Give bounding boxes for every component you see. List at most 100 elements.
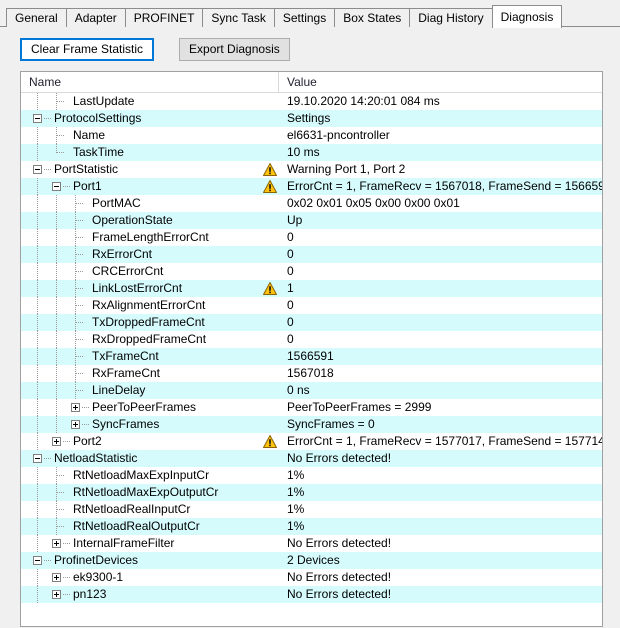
tree-guide-stub xyxy=(57,152,65,153)
tree-row[interactable]: FrameLengthErrorCnt0 xyxy=(21,229,602,246)
tree-row-name: TxFrameCnt xyxy=(92,348,159,365)
tree-expand-icon[interactable] xyxy=(71,403,80,412)
export-diagnosis-button[interactable]: Export Diagnosis xyxy=(179,38,290,61)
tab-adapter[interactable]: Adapter xyxy=(66,8,126,27)
tree-row-name: RxErrorCnt xyxy=(92,246,152,263)
tree-row[interactable]: LinkLostErrorCnt1 xyxy=(21,280,602,297)
tree-guide-stub xyxy=(57,509,65,510)
tree-row-name: RxAlignmentErrorCnt xyxy=(92,297,205,314)
tree-row[interactable]: PeerToPeerFramesPeerToPeerFrames = 2999 xyxy=(21,399,602,416)
tree-row[interactable]: CRCErrorCnt0 xyxy=(21,263,602,280)
tree-row[interactable]: TxFrameCnt 1566591 xyxy=(21,348,602,365)
tree-row[interactable]: ek9300-1No Errors detected! xyxy=(21,569,602,586)
tree-guide-stub xyxy=(76,322,84,323)
tree-expand-icon[interactable] xyxy=(71,420,80,429)
tab-settings[interactable]: Settings xyxy=(274,8,335,27)
tree-row-value: Warning Port 1, Port 2 xyxy=(287,161,405,178)
tree-collapse-icon[interactable] xyxy=(33,454,42,463)
tab-box-states[interactable]: Box States xyxy=(334,8,410,27)
tree-guide-stub xyxy=(76,373,84,374)
tree-collapse-icon[interactable] xyxy=(33,556,42,565)
tree-guide-line xyxy=(56,365,57,382)
tree-row[interactable]: Port2ErrorCnt = 1, FrameRecv = 1577017, … xyxy=(21,433,602,450)
tree-row-value: 1% xyxy=(287,501,304,518)
tree-row[interactable]: NetloadStatisticNo Errors detected! xyxy=(21,450,602,467)
tree-collapse-icon[interactable] xyxy=(52,182,61,191)
tree-guide-stub xyxy=(76,203,84,204)
tree-row[interactable]: Port1ErrorCnt = 1, FrameRecv = 1567018, … xyxy=(21,178,602,195)
tree-row[interactable]: RxDroppedFrameCnt0 xyxy=(21,331,602,348)
tree-row-value: el6631-pncontroller xyxy=(287,127,390,144)
diagnosis-tree-view[interactable]: Name Value LastUpdate19.10.2020 14:20:01… xyxy=(20,71,603,627)
tree-guide-line xyxy=(56,297,57,314)
tree-row[interactable]: ProtocolSettingsSettings xyxy=(21,110,602,127)
tree-guide-stub xyxy=(57,492,65,493)
tree-row[interactable]: RtNetloadMaxExpOutputCr1% xyxy=(21,484,602,501)
tree-row[interactable]: RtNetloadRealOutputCr1% xyxy=(21,518,602,535)
tree-row-value: 19.10.2020 14:20:01 084 ms xyxy=(287,93,440,110)
tree-row-name: PortMAC xyxy=(92,195,141,212)
tree-row[interactable]: RtNetloadRealInputCr1% xyxy=(21,501,602,518)
tree-row-value: SyncFrames = 0 xyxy=(287,416,375,433)
tree-collapse-icon[interactable] xyxy=(33,114,42,123)
tree-guide-stub xyxy=(57,101,65,102)
tree-expand-icon[interactable] xyxy=(52,590,61,599)
tree-row-name: CRCErrorCnt xyxy=(92,263,163,280)
tree-row-value: ErrorCnt = 1, FrameRecv = 1577017, Frame… xyxy=(287,433,603,450)
tree-row-value: 1566591 xyxy=(287,348,334,365)
tree-row-name: InternalFrameFilter xyxy=(73,535,174,552)
tree-guide-stub xyxy=(44,169,52,170)
tab-diagnosis[interactable]: Diagnosis xyxy=(492,5,563,28)
tree-row-name: ek9300-1 xyxy=(73,569,123,586)
tree-row-name: NetloadStatistic xyxy=(54,450,137,467)
tree-row-name: FrameLengthErrorCnt xyxy=(92,229,209,246)
tree-row-name: SyncFrames xyxy=(92,416,159,433)
tree-guide-line xyxy=(37,501,38,518)
tree-row-value: 0 xyxy=(287,314,294,331)
tree-row-name: TaskTime xyxy=(73,144,124,161)
tree-guide-line xyxy=(37,263,38,280)
tree-guide-stub xyxy=(63,577,71,578)
tree-row[interactable]: TaskTime10 ms xyxy=(21,144,602,161)
tree-guide-line xyxy=(56,331,57,348)
tree-row[interactable]: InternalFrameFilterNo Errors detected! xyxy=(21,535,602,552)
tree-collapse-icon[interactable] xyxy=(33,165,42,174)
tree-guide-line xyxy=(37,569,38,586)
clear-frame-statistic-button[interactable]: Clear Frame Statistic xyxy=(20,38,154,61)
tree-row[interactable]: TxDroppedFrameCnt0 xyxy=(21,314,602,331)
tree-row-value: ErrorCnt = 1, FrameRecv = 1567018, Frame… xyxy=(287,178,603,195)
tree-guide-line xyxy=(37,535,38,552)
tree-row-name: Name xyxy=(73,127,105,144)
tree-guide-stub xyxy=(76,254,84,255)
tree-row[interactable]: pn123No Errors detected! xyxy=(21,586,602,603)
tab-general[interactable]: General xyxy=(6,8,67,27)
tree-guide-stub xyxy=(63,441,71,442)
tab-profinet[interactable]: PROFINET xyxy=(125,8,204,27)
tree-guide-line xyxy=(56,263,57,280)
tree-row[interactable]: PortMAC0x02 0x01 0x05 0x00 0x00 0x01 xyxy=(21,195,602,212)
tree-row-value: 1% xyxy=(287,518,304,535)
tree-expand-icon[interactable] xyxy=(52,573,61,582)
tree-row[interactable]: Name el6631-pncontroller xyxy=(21,127,602,144)
tree-guide-stub xyxy=(76,356,84,357)
tree-guide-line xyxy=(56,314,57,331)
tree-row[interactable]: LastUpdate19.10.2020 14:20:01 084 ms xyxy=(21,93,602,110)
tree-row[interactable]: LineDelay0 ns xyxy=(21,382,602,399)
tab-diag-history[interactable]: Diag History xyxy=(409,8,492,27)
tree-guide-line xyxy=(37,586,38,603)
tree-row[interactable]: RxFrameCnt1567018 xyxy=(21,365,602,382)
tree-row[interactable]: ProfinetDevices2 Devices xyxy=(21,552,602,569)
tree-expand-icon[interactable] xyxy=(52,539,61,548)
tree-row[interactable]: RxAlignmentErrorCnt0 xyxy=(21,297,602,314)
tab-sync-task[interactable]: Sync Task xyxy=(202,8,274,27)
tree-expand-icon[interactable] xyxy=(52,437,61,446)
tree-row-name: pn123 xyxy=(73,586,106,603)
tree-row[interactable]: RtNetloadMaxExpInputCr1% xyxy=(21,467,602,484)
tree-row[interactable]: PortStatisticWarning Port 1, Port 2 xyxy=(21,161,602,178)
tree-row[interactable]: SyncFrames SyncFrames = 0 xyxy=(21,416,602,433)
tree-guide-line xyxy=(37,195,38,212)
column-header-value[interactable]: Value xyxy=(279,72,602,92)
tree-row[interactable]: RxErrorCnt0 xyxy=(21,246,602,263)
column-header-name[interactable]: Name xyxy=(21,72,279,92)
tree-row[interactable]: OperationStateUp xyxy=(21,212,602,229)
